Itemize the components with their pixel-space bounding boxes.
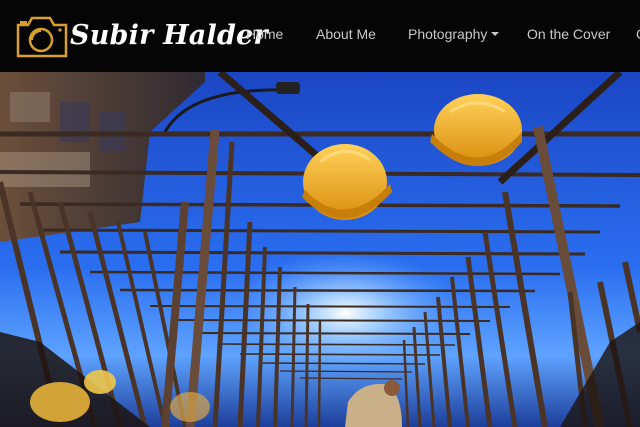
hero-photo-illustration	[0, 72, 640, 427]
nav-about-me[interactable]: About Me	[316, 26, 376, 42]
chevron-down-icon	[491, 32, 500, 36]
main-nav: Home About Me Photography On the Cover C	[0, 0, 640, 72]
nav-photography[interactable]: Photography	[408, 26, 500, 42]
nav-home[interactable]: Home	[246, 26, 283, 42]
hero-photo	[0, 72, 640, 427]
top-navbar: Subir Halder Home About Me Photography O…	[0, 0, 640, 72]
nav-photography-label: Photography	[408, 26, 488, 42]
nav-overflow-item[interactable]: C	[636, 26, 640, 42]
nav-on-the-cover[interactable]: On the Cover	[527, 26, 610, 42]
